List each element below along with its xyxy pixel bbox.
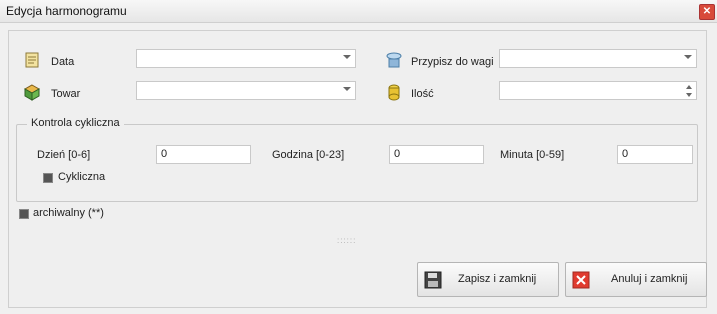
day-label: Dzień [0-6] <box>37 149 91 161</box>
ilosc-label: Ilość <box>411 88 434 100</box>
hour-label: Godzina [0-23] <box>272 149 345 161</box>
archiwalny-checkbox[interactable] <box>19 209 29 219</box>
coins-icon <box>388 84 400 101</box>
spin-up-icon[interactable] <box>686 85 692 89</box>
minute-label: Minuta [0-59] <box>500 149 565 161</box>
package-icon <box>23 84 41 101</box>
cykliczna-checkbox[interactable] <box>43 173 53 183</box>
cykliczna-label: Cykliczna <box>58 171 106 183</box>
cyclic-control-group: Kontrola cykliczna Dzień [0-6] 0 Godzina… <box>16 117 698 202</box>
minute-input[interactable]: 0 <box>617 145 693 164</box>
hour-input[interactable]: 0 <box>389 145 484 164</box>
close-icon: ✕ <box>702 6 712 17</box>
calendar-icon <box>25 52 39 68</box>
towar-label: Towar <box>51 88 81 100</box>
data-label: Data <box>51 56 75 68</box>
save-button-label: Zapisz i zamknij <box>458 273 537 285</box>
title-bar: Edycja harmonogramu ✕ <box>0 0 717 23</box>
cancel-button-label: Anuluj i zamknij <box>611 273 688 285</box>
resize-grip[interactable]: :::::: <box>337 236 356 245</box>
chevron-down-icon[interactable] <box>343 55 351 59</box>
scale-icon <box>386 52 402 68</box>
cancel-button[interactable]: Anuluj i zamknij <box>565 262 707 297</box>
cancel-icon <box>572 271 590 289</box>
archiwalny-label: archiwalny (**) <box>33 207 104 219</box>
close-button[interactable]: ✕ <box>699 4 715 20</box>
save-button[interactable]: Zapisz i zamknij <box>417 262 559 297</box>
floppy-disk-icon <box>424 271 442 289</box>
towar-combo[interactable] <box>136 81 356 100</box>
window-title: Edycja harmonogramu <box>6 4 127 18</box>
ilosc-spinner[interactable] <box>499 81 697 100</box>
przypisz-label: Przypisz do wagi <box>411 56 494 68</box>
spin-down-icon[interactable] <box>686 93 692 97</box>
chevron-down-icon[interactable] <box>343 87 351 91</box>
data-combo[interactable] <box>136 49 356 68</box>
day-input[interactable]: 0 <box>156 145 251 164</box>
chevron-down-icon[interactable] <box>684 55 692 59</box>
cyclic-group-title: Kontrola cykliczna <box>27 117 124 129</box>
przypisz-combo[interactable] <box>499 49 697 68</box>
